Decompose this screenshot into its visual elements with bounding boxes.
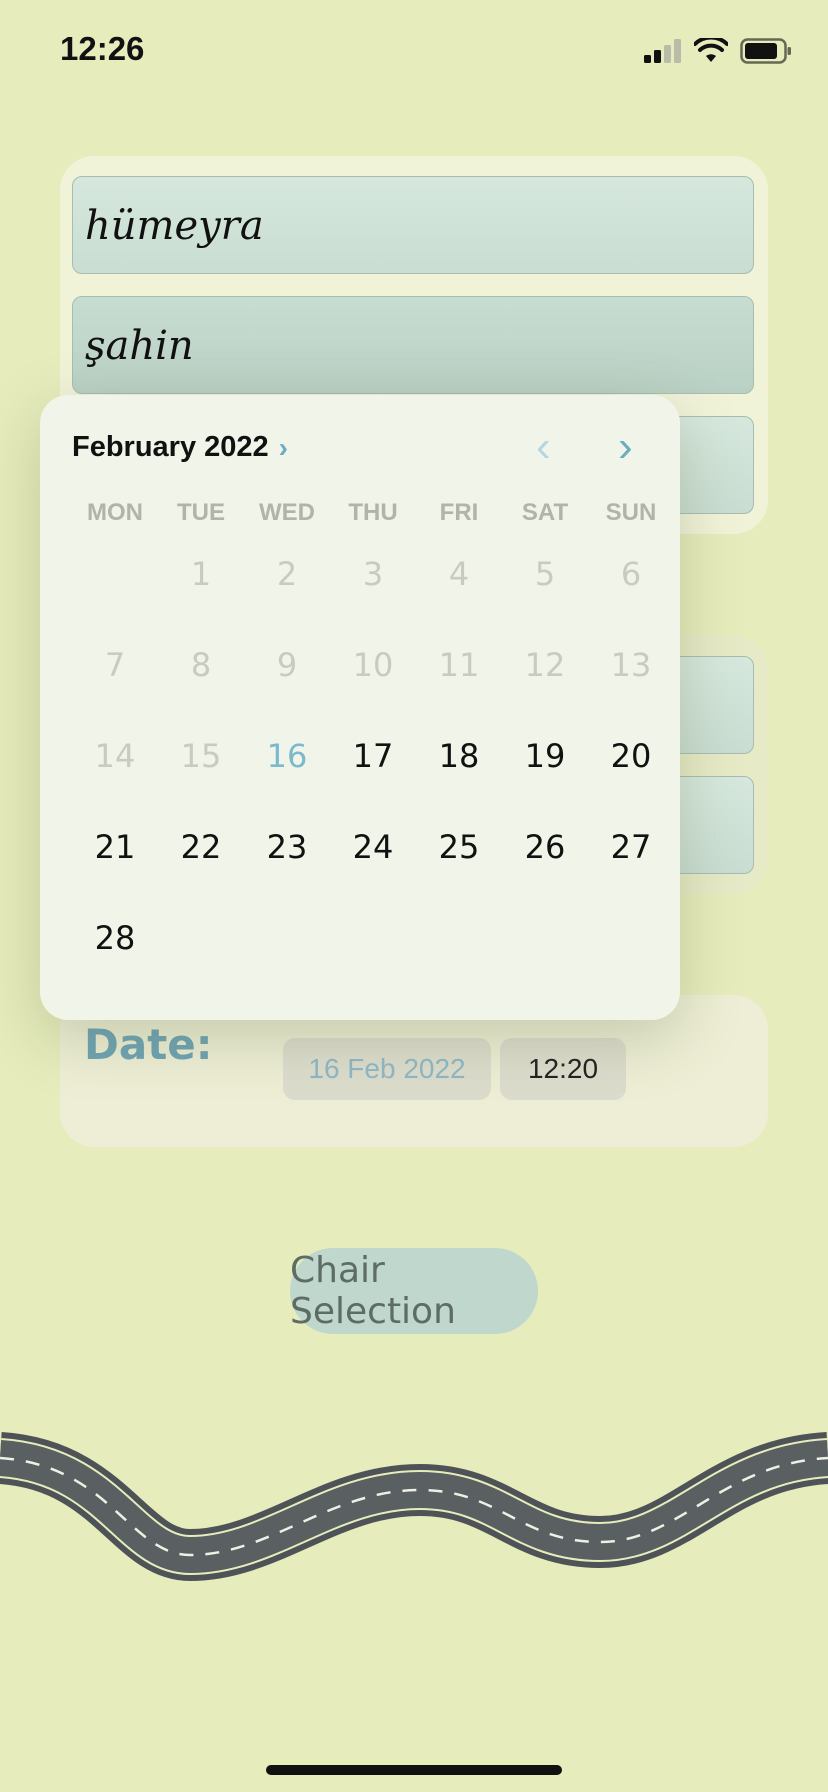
first-name-field[interactable]: hümeyra xyxy=(72,176,754,274)
calendar-day: 4 xyxy=(448,555,470,593)
calendar-day: 1 xyxy=(190,555,212,593)
weekday-header: SUN xyxy=(605,499,657,526)
calendar-day: 14 xyxy=(94,737,136,775)
weekday-header: MON xyxy=(87,499,143,526)
calendar-day[interactable]: 24 xyxy=(330,828,416,866)
calendar-day[interactable]: 25 xyxy=(416,828,502,866)
calendar-day[interactable]: 21 xyxy=(72,828,158,866)
date-picker-button[interactable]: 16 Feb 2022 xyxy=(283,1038,491,1100)
road-illustration xyxy=(0,1432,828,1582)
calendar-day: 7 xyxy=(104,646,126,684)
wifi-icon xyxy=(694,38,728,62)
weekday-header: SAT xyxy=(521,499,569,526)
calendar-day[interactable]: 28 xyxy=(72,919,158,957)
status-icons xyxy=(642,34,792,68)
calendar-day[interactable]: 27 xyxy=(588,828,674,866)
calendar-day[interactable]: 17 xyxy=(330,737,416,775)
calendar-popover: February 2022 › ‹ › MON TUE WED THU FRI SAT SU… xyxy=(40,395,680,1020)
calendar-day: 5 xyxy=(534,555,556,593)
status-bar: 12:26 xyxy=(0,0,828,100)
weekday-header: THU xyxy=(348,499,398,526)
previous-month-button[interactable]: ‹ xyxy=(536,425,551,469)
month-year-selector[interactable]: February 2022 › xyxy=(72,431,288,464)
weekday-header: TUE xyxy=(177,499,225,526)
first-name-value: hümeyra xyxy=(85,203,264,249)
home-indicator xyxy=(266,1765,562,1775)
calendar-day: 8 xyxy=(190,646,212,684)
calendar-day[interactable]: 22 xyxy=(158,828,244,866)
calendar-day: 10 xyxy=(352,646,394,684)
chevron-right-icon: › xyxy=(278,431,288,463)
month-label: February 2022 xyxy=(72,431,269,463)
calendar-day: 15 xyxy=(180,737,222,775)
weekday-header: FRI xyxy=(439,499,479,526)
last-name-value: şahin xyxy=(85,323,194,369)
calendar-day[interactable]: 16 xyxy=(244,737,330,775)
next-month-button[interactable]: › xyxy=(618,425,633,469)
calendar-day[interactable]: 23 xyxy=(244,828,330,866)
battery-icon xyxy=(740,38,791,64)
time-picker-button[interactable]: 12:20 xyxy=(500,1038,626,1100)
cellular-signal-icon xyxy=(644,39,681,63)
calendar-day[interactable]: 18 xyxy=(416,737,502,775)
calendar-day: 2 xyxy=(276,555,298,593)
weekday-header: WED xyxy=(259,499,315,526)
last-name-field[interactable]: şahin xyxy=(72,296,754,394)
date-label: Date: xyxy=(84,1020,213,1069)
calendar-day: 13 xyxy=(610,646,652,684)
calendar-day: 12 xyxy=(524,646,566,684)
status-time: 12:26 xyxy=(60,30,145,67)
calendar-day[interactable]: 20 xyxy=(588,737,674,775)
calendar-day: 6 xyxy=(620,555,642,593)
calendar-day[interactable]: 26 xyxy=(502,828,588,866)
calendar-day: 9 xyxy=(276,646,298,684)
chair-selection-button[interactable]: Chair Selection xyxy=(290,1248,538,1334)
calendar-day: 3 xyxy=(362,555,384,593)
calendar-day[interactable]: 19 xyxy=(502,737,588,775)
calendar-day: 11 xyxy=(438,646,480,684)
